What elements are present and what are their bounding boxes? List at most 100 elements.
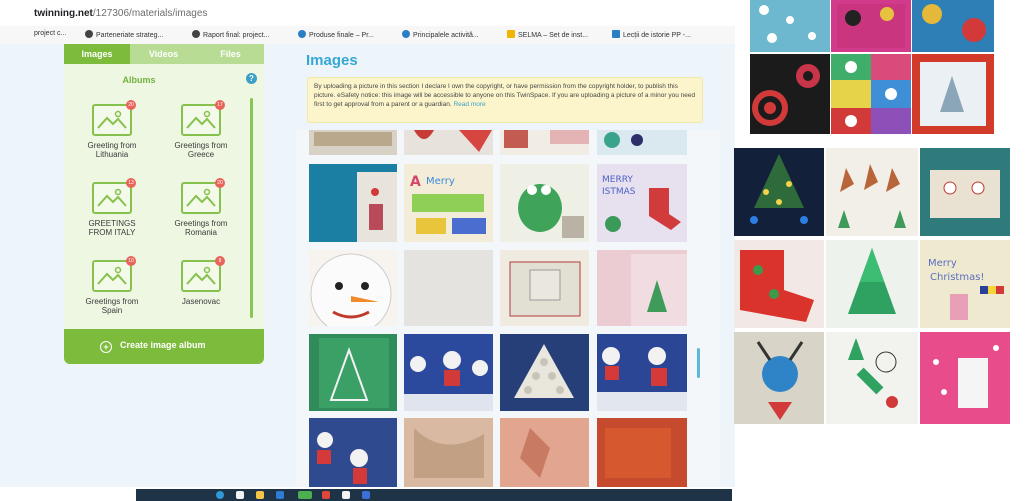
album-label: GREETINGS FROM ITALY [88,219,136,237]
album-label: Greetings from Greece [174,141,228,159]
album-greece[interactable]: 17 Greetings from Greece [165,100,237,159]
bookmark-label: Produse finale – Pr... [309,32,374,39]
image-thumbnail[interactable] [597,418,687,487]
bookmark-5[interactable]: SELMA – Set de inst... [507,30,588,39]
image-thumbnail[interactable] [500,250,589,326]
collage-image [734,148,824,236]
image-thumbnail[interactable] [500,164,589,242]
image-thumbnail[interactable] [309,418,397,487]
svg-text:A: A [410,174,421,190]
image-thumbnail[interactable]: A Merry [404,164,493,242]
collage-image [826,240,918,328]
bookmark-label: Lecții de istorie PP -... [623,32,691,39]
app-icon[interactable] [342,491,350,499]
count-badge: 17 [215,100,225,110]
album-jasenovac[interactable]: 8 Jasenovac [165,256,237,306]
image-thumbnail[interactable] [309,130,397,155]
app-icon[interactable] [216,491,224,499]
tab-files[interactable]: Files [197,44,264,64]
help-icon[interactable]: ? [246,73,257,84]
collage-image [912,0,994,52]
image-icon: 10 [92,256,136,292]
image-icon: 17 [181,100,225,136]
bookmark-1[interactable]: Parteneriate strateg... [85,30,163,39]
bookmark-label: Parteneriate strateg... [96,32,164,39]
bookmark-3[interactable]: Produse finale – Pr... [298,30,374,39]
image-thumbnail[interactable] [500,334,589,411]
album-spain[interactable]: 10 Greetings from Spain [76,256,148,315]
collage-image [734,332,824,424]
grid-scrollbar[interactable] [697,348,700,378]
page-title: Images [306,52,358,69]
tab-images[interactable]: Images [64,44,130,64]
image-icon: 20 [181,178,225,214]
media-tabs: Images Videos Files [64,44,264,64]
collage-image [750,0,830,52]
count-badge: 20 [126,100,136,110]
collage-image [920,148,1010,236]
create-album-button[interactable]: + Create image album [64,329,264,364]
address-bar[interactable]: twinning.net/127306/materials/images [0,0,735,27]
bookmarks-bar: project c... Parteneriate strateg... Rap… [0,26,735,44]
album-italy[interactable]: 13 GREETINGS FROM ITALY [76,178,148,237]
image-thumbnail[interactable] [404,334,493,411]
image-thumbnail[interactable] [404,130,493,155]
svg-text:Merry: Merry [928,258,957,269]
url-text[interactable]: twinning.net/127306/materials/images [34,8,207,19]
tab-videos[interactable]: Videos [130,44,197,64]
url-path: /127306/materials/images [92,8,208,19]
bookmark-6[interactable]: Lecții de istorie PP -... [612,30,691,39]
image-thumbnail[interactable] [597,250,687,326]
collage-image [734,240,824,328]
album-label: Jasenovac [181,297,221,306]
bookmark-4[interactable]: Principalele activită... [402,30,479,39]
folder-icon[interactable] [256,491,264,499]
app-icon[interactable] [362,491,370,499]
app-icon[interactable] [276,491,284,499]
collage-image [831,0,911,52]
image-icon: 20 [92,100,136,136]
image-thumbnail[interactable] [309,164,397,242]
collage-image [826,332,918,424]
url-domain: twinning.net [34,8,93,19]
image-thumbnail[interactable] [404,250,493,326]
site-icon [612,30,620,38]
image-icon: 13 [92,178,136,214]
image-thumbnail[interactable]: MERRY ISTMAS [597,164,687,242]
app-icon[interactable] [322,491,330,499]
image-thumbnail[interactable] [500,418,589,487]
bookmark-label: project c... [34,30,67,37]
taskbar [136,489,732,501]
site-icon [192,30,200,38]
notice-text: By uploading a picture in this section I… [314,83,696,108]
svg-text:Merry: Merry [426,176,455,187]
bookmark-0[interactable]: project c... [34,30,66,37]
svg-text:ISTMAS: ISTMAS [602,187,636,197]
bookmark-label: SELMA – Set de inst... [518,32,589,39]
collage-image [920,332,1010,424]
plus-circle-icon: + [100,341,112,353]
image-thumbnail[interactable] [309,250,397,326]
image-icon: 8 [181,256,225,292]
image-thumbnail[interactable] [500,130,589,155]
image-thumbnail[interactable] [597,130,687,155]
svg-text:MERRY: MERRY [602,175,633,185]
image-thumbnail[interactable] [597,334,687,411]
collage-image [826,148,918,236]
count-badge: 20 [215,178,225,188]
albums-scrollbar[interactable] [250,98,253,318]
image-thumbnail[interactable] [404,418,493,487]
read-more-link[interactable]: Read more [453,101,485,108]
collage-image [831,54,911,134]
create-album-label: Create image album [120,340,206,350]
album-lithuania[interactable]: 20 Greeting from Lithuania [76,100,148,159]
image-thumbnail[interactable] [309,334,397,411]
site-icon [298,30,306,38]
app-icon[interactable] [236,491,244,499]
album-romania[interactable]: 20 Greetings from Romania [165,178,237,237]
collage-image: Merry Christmas! [920,240,1010,328]
svg-text:Christmas!: Christmas! [930,272,984,283]
bookmark-2[interactable]: Raport final: project... [192,30,270,39]
album-label: Greeting from Lithuania [87,141,137,159]
app-icon[interactable] [298,491,312,499]
